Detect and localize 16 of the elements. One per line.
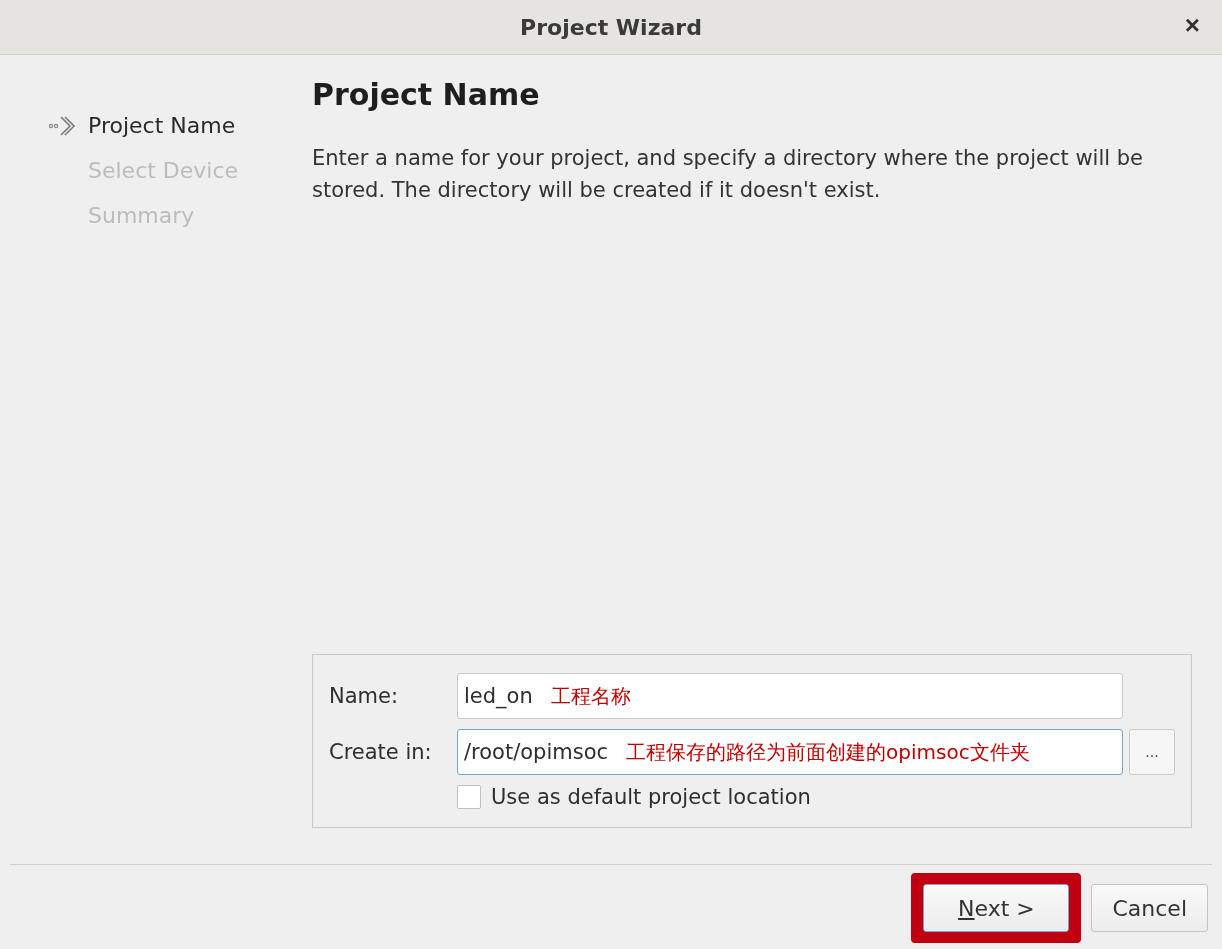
text-field[interactable]: /root/opimsoc 工程保存的路径为前面创建的opimsoc文件夹 (457, 729, 1123, 775)
field-label: Name: (329, 684, 400, 708)
cancel-button[interactable]: Cancel (1091, 884, 1208, 932)
page-heading: Project Name (312, 76, 541, 114)
annotation-text: 工程保存的路径为前面创建的opimsoc文件夹 (626, 738, 1030, 766)
text-field[interactable]: led_on 工程名称 (457, 673, 1123, 719)
field-label: Create in: (329, 740, 433, 764)
step-label: Project Name (88, 113, 236, 138)
checkbox-label: Use as default project location (491, 785, 811, 809)
window-title: Project Wizard (520, 14, 702, 40)
browse-button[interactable]: ... (1129, 729, 1175, 775)
annotation-text: 工程名称 (550, 682, 631, 710)
close-button[interactable]: × (1180, 10, 1204, 41)
page-description: Enter a name for your project, and specify a directory where the project will be stored. The directory will be created if it doesn't exist. (312, 145, 1145, 204)
next-button[interactable]: Next > (923, 884, 1070, 932)
checkbox[interactable] (457, 785, 481, 809)
